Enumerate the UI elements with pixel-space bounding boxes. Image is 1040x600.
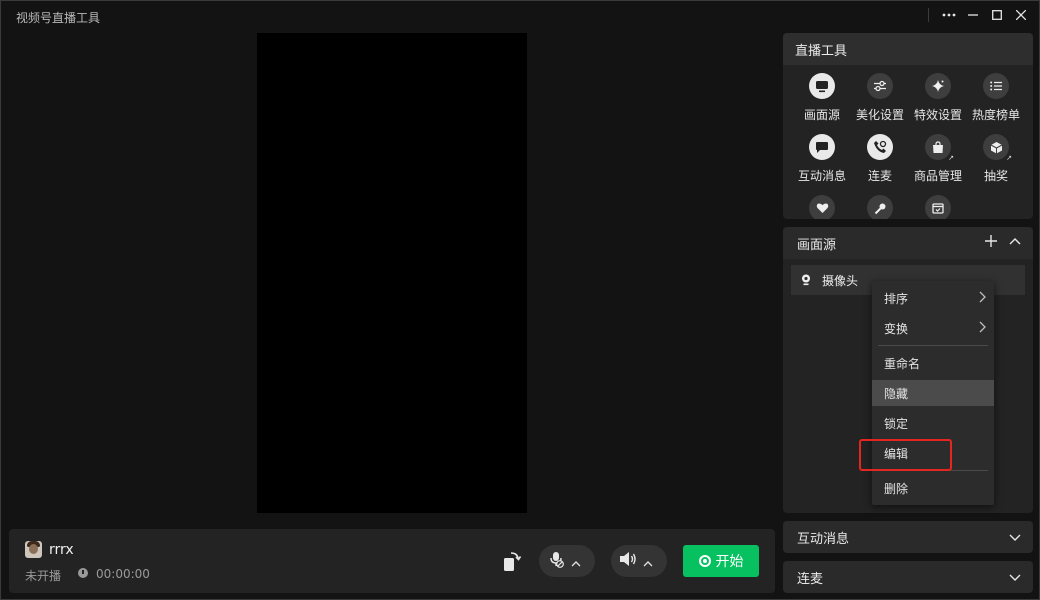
live-tools-title: 直播工具 [783, 33, 1033, 65]
avatar [25, 541, 42, 558]
tool-label: 商品管理 [913, 169, 962, 183]
tool-popularity-ranking[interactable]: 热度榜单 [967, 73, 1025, 123]
monitor-icon [809, 73, 835, 99]
tool-more-3[interactable] [909, 195, 967, 219]
live-preview-canvas[interactable] [257, 33, 527, 513]
tool-video-source[interactable]: 画面源 [793, 73, 851, 123]
menu-separator [878, 345, 988, 346]
maximize-icon[interactable] [985, 5, 1009, 25]
rotate-screen-icon[interactable] [501, 549, 523, 573]
menu-separator [878, 470, 988, 471]
add-icon[interactable] [985, 235, 997, 247]
chat-icon [809, 134, 835, 160]
interactive-messages-panel[interactable]: 互动消息 [783, 521, 1033, 553]
video-source-actions [985, 235, 1021, 247]
gift-icon: ↗ [983, 134, 1012, 162]
tool-interactive-messages[interactable]: 互动消息 [793, 134, 851, 184]
menu-item-lock[interactable]: 锁定 [872, 410, 994, 436]
start-live-button[interactable]: 开始 [683, 545, 759, 577]
clock-icon [78, 568, 88, 578]
tool-label: 抽奖 [983, 169, 1008, 183]
chevron-up-icon[interactable] [1009, 237, 1021, 245]
menu-item-hide[interactable]: 隐藏 [872, 380, 994, 406]
tools-grid: 画面源 美化设置 特效设置 热度榜单 互动消息 连麦 ↗ 商品管理 ↗ 抽奖 [783, 73, 1033, 219]
interactive-messages-header[interactable]: 互动消息 [783, 521, 1033, 553]
menu-item-label: 删除 [884, 481, 909, 496]
video-source-title: 画面源 [797, 237, 837, 253]
live-status: 未开播 [25, 569, 62, 583]
camera-icon [801, 274, 811, 286]
interactive-messages-title: 互动消息 [797, 531, 850, 547]
heart-icon [809, 195, 835, 219]
phone-icon [867, 134, 893, 160]
tool-label: 热度榜单 [971, 108, 1020, 122]
speaker-icon[interactable] [619, 551, 637, 571]
more-icon[interactable] [937, 5, 961, 25]
source-context-menu: 排序 变换 重命名 隐藏 锁定 编辑 删除 [872, 281, 994, 505]
tool-label: 特效设置 [913, 108, 962, 122]
chevron-right-icon [979, 321, 986, 336]
app-window: 视频号直播工具 rrrx 未开播 00:00:00 开始 直播工具 画面源 美化… [0, 0, 1040, 600]
window-controls [928, 5, 1033, 25]
app-title: 视频号直播工具 [16, 11, 101, 25]
tool-beauty-settings[interactable]: 美化设置 [851, 73, 909, 123]
tool-product-management[interactable]: ↗ 商品管理 [909, 134, 967, 184]
tool-lottery[interactable]: ↗ 抽奖 [967, 134, 1025, 184]
tool-label: 美化设置 [855, 108, 904, 122]
microphone-control[interactable] [539, 545, 595, 577]
title-separator [928, 8, 929, 22]
record-icon [698, 555, 711, 567]
speaker-control[interactable] [611, 545, 667, 577]
co-host-panel[interactable]: 连麦 [783, 561, 1033, 593]
source-item-label: 摄像头 [822, 273, 859, 288]
menu-item-label: 隐藏 [884, 386, 909, 401]
microphone-muted-icon[interactable] [547, 550, 565, 572]
menu-item-label: 锁定 [884, 416, 909, 431]
menu-item-transform[interactable]: 变换 [872, 315, 994, 341]
title-bar: 视频号直播工具 [1, 1, 1039, 31]
tool-label: 互动消息 [797, 169, 846, 183]
sliders-icon [867, 73, 893, 99]
menu-item-edit[interactable]: 编辑 [872, 440, 994, 466]
tool-co-host[interactable]: 连麦 [851, 134, 909, 184]
tool-label: 画面源 [803, 108, 840, 122]
chevron-right-icon [979, 291, 986, 306]
live-tools-panel: 直播工具 画面源 美化设置 特效设置 热度榜单 互动消息 连麦 ↗ 商品管理 ↗… [783, 33, 1033, 219]
live-timer: 00:00:00 [96, 567, 150, 581]
menu-item-label: 排序 [884, 291, 909, 306]
tool-more-1[interactable] [793, 195, 851, 219]
menu-item-label: 编辑 [884, 446, 909, 461]
chevron-down-icon[interactable] [1009, 531, 1021, 546]
nickname: rrrx [49, 542, 74, 558]
tool-effects-settings[interactable]: 特效设置 [909, 73, 967, 123]
chevron-down-icon[interactable] [1009, 571, 1021, 586]
menu-item-label: 重命名 [884, 356, 921, 371]
list-icon [983, 73, 1009, 99]
co-host-header[interactable]: 连麦 [783, 561, 1033, 593]
close-icon[interactable] [1009, 5, 1033, 25]
chevron-up-icon[interactable] [571, 552, 581, 571]
menu-item-delete[interactable]: 删除 [872, 475, 994, 501]
bottom-control-bar: rrrx 未开播 00:00:00 开始 [9, 529, 775, 593]
microphone-icon [867, 195, 893, 219]
minimize-icon[interactable] [961, 5, 985, 25]
tool-label: 连麦 [867, 169, 892, 183]
menu-item-label: 变换 [884, 321, 909, 336]
tool-more-2[interactable] [851, 195, 909, 219]
shopping-bag-icon: ↗ [925, 134, 954, 162]
menu-item-sort[interactable]: 排序 [872, 285, 994, 311]
menu-item-rename[interactable]: 重命名 [872, 350, 994, 376]
sparkle-icon [925, 73, 951, 99]
chevron-up-icon[interactable] [643, 552, 653, 571]
external-link-icon: ↗ [1006, 154, 1012, 162]
video-source-header: 画面源 [783, 227, 1033, 259]
external-link-icon: ↗ [948, 154, 954, 162]
start-live-label: 开始 [715, 554, 744, 570]
calendar-check-icon [925, 195, 951, 219]
co-host-title: 连麦 [797, 571, 824, 587]
